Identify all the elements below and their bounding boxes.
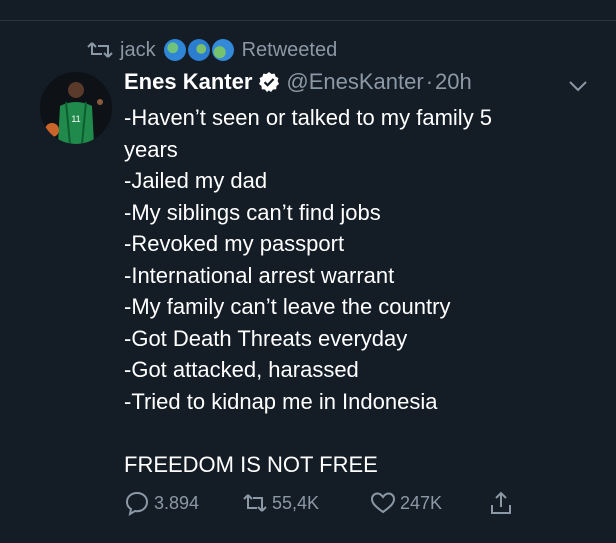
globe-europe-icon [211,39,234,61]
share-icon [491,491,511,514]
tweet-line: -Jailed my dad [124,168,268,193]
tweet-screen: jack Retweeted 11 Enes Kanter @EnesKante… [0,0,616,543]
tweet-header: Enes Kanter @EnesKanter · 20h [124,66,584,98]
retweeted-label: Retweeted [241,38,338,61]
tweet-line: -Revoked my passport [124,231,345,256]
tweet-line: -My family can’t leave the country [124,294,451,319]
reply-icon [125,491,149,516]
top-divider [0,20,616,21]
like-count: 247K [400,492,443,513]
globe-americas-icon [163,39,186,61]
tweet-line: years [124,136,178,162]
heart-icon [370,492,396,514]
tweet-line: -International arrest warrant [124,262,395,288]
retweet-icon [243,494,267,512]
display-name[interactable]: Enes Kanter [124,69,252,95]
tweet-text: -Haven’t seen or talked to my family 5 ye… [124,102,584,480]
tweet-line: -My siblings can’t find jobs [124,199,381,225]
user-handle[interactable]: @EnesKanter [286,69,423,95]
tweet-line: -Haven’t seen or talked to my family 5 [124,105,493,130]
retweet-icon [87,42,113,58]
tweet: Enes Kanter @EnesKanter · 20h -Haven’t s… [124,66,584,480]
retweeter-name[interactable]: jack [120,39,156,62]
separator-dot: · [425,69,434,94]
tweet-actions: 3.894 55,4K 247K [124,486,544,520]
share-button[interactable] [488,490,518,516]
tweet-line: -Got Death Threats everyday [124,325,408,351]
verified-badge-icon [259,72,280,92]
retweet-button[interactable]: 55,4K [242,490,370,516]
reply-count: 3.894 [154,492,200,513]
tweet-line: FREEDOM IS NOT FREE [124,451,378,477]
avatar-image: 11 [40,72,112,144]
chevron-down-icon[interactable] [566,74,590,98]
tweet-timestamp[interactable]: 20h [435,69,472,95]
avatar[interactable]: 11 [40,72,112,144]
reply-button[interactable]: 3.894 [124,490,242,516]
retweet-count: 55,4K [272,492,320,513]
tweet-line: -Got attacked, harassed [124,357,359,382]
retweet-context[interactable]: jack Retweeted [86,36,337,64]
tweet-line: -Tried to kidnap me in Indonesia [124,388,438,414]
like-button[interactable]: 247K [370,490,488,516]
svg-text:11: 11 [71,114,80,124]
globe-asia-icon [187,39,210,61]
